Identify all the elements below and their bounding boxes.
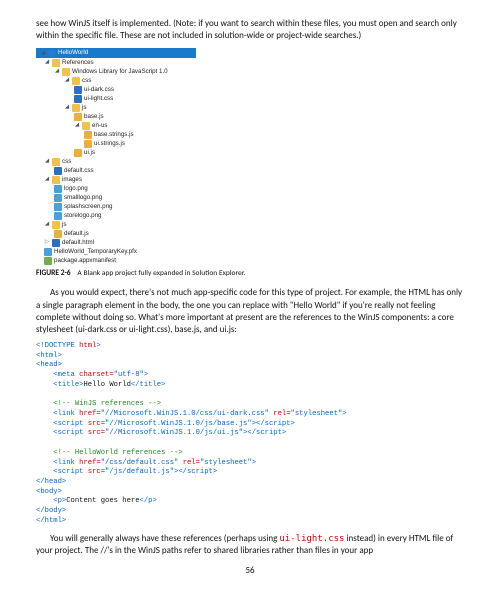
figure-text: A Blank app project fully expanded in So… (77, 269, 245, 278)
tree-row[interactable]: HelloWorld_TemporaryKey.pfx (36, 247, 196, 256)
project-icon (48, 49, 56, 57)
folder-icon (52, 221, 60, 229)
tree-row[interactable]: ◢ js (36, 220, 196, 229)
css-file-icon (54, 167, 62, 175)
image-file-icon (54, 185, 62, 193)
tree-row[interactable]: ◢ en-us (36, 121, 196, 130)
tree-label: package.appxmanifest (54, 257, 116, 265)
css-file-icon (74, 95, 82, 103)
image-file-icon (54, 203, 62, 211)
figure-label: FIGURE 2-6 (36, 269, 71, 278)
tree-label: Windows Library for JavaScript 1.0 (72, 68, 168, 76)
folder-icon (82, 122, 90, 130)
js-file-icon (84, 140, 92, 148)
tree-label: References (62, 59, 94, 67)
folder-icon (72, 77, 80, 85)
tree-row[interactable]: ui.strings.js (36, 139, 196, 148)
tree-row[interactable]: ◢ css (36, 157, 196, 166)
tree-row[interactable]: ▷ default.html (36, 238, 196, 247)
tree-row[interactable]: ◢ js (36, 103, 196, 112)
tree-label: splashscreen.png (64, 203, 113, 211)
tree-label: base.strings.js (94, 131, 134, 139)
tree-label: HelloWorld (58, 49, 88, 57)
tree-row[interactable]: ◢ Windows Library for JavaScript 1.0 (36, 67, 196, 76)
expand-icon[interactable]: ◢ (74, 123, 80, 129)
expand-icon[interactable]: ◢ (44, 222, 50, 228)
css-file-icon (74, 86, 82, 94)
tree-row[interactable]: storelogo.png (36, 211, 196, 220)
folder-icon (52, 59, 60, 67)
tree-label: base.js (84, 113, 104, 121)
js-file-icon (84, 131, 92, 139)
js-file-icon (74, 149, 82, 157)
tree-root[interactable]: ◢ HelloWorld (36, 48, 196, 58)
tree-row[interactable]: ui-dark.css (36, 85, 196, 94)
folder-icon (52, 158, 60, 166)
tree-row[interactable]: ui-light.css (36, 94, 196, 103)
tree-row[interactable]: default.css (36, 166, 196, 175)
expand-icon[interactable]: ◢ (64, 78, 70, 84)
solution-explorer-tree: ◢ HelloWorld ◢ References ◢ Windows Libr… (36, 48, 196, 265)
expand-icon[interactable]: ◢ (54, 69, 60, 75)
tree-label: default.css (64, 167, 94, 175)
tree-label: logo.png (64, 185, 88, 193)
tree-label: default.js (64, 230, 89, 238)
expand-icon[interactable]: ◢ (44, 177, 50, 183)
tree-label: ui.strings.js (94, 140, 125, 148)
tree-label: css (62, 158, 71, 166)
tree-row[interactable]: base.js (36, 112, 196, 121)
intro-paragraph: see how WinJS itself is implemented. (No… (36, 18, 464, 42)
manifest-file-icon (44, 257, 52, 265)
tree-label: ui.js (84, 149, 95, 157)
image-file-icon (54, 212, 62, 220)
cert-file-icon (44, 248, 52, 256)
tree-label: smalllogo.png (64, 194, 102, 202)
folder-icon (62, 68, 70, 76)
js-file-icon (74, 113, 82, 121)
expand-icon[interactable]: ◢ (44, 60, 50, 66)
tree-row[interactable]: splashscreen.png (36, 202, 196, 211)
expand-icon[interactable]: ◢ (64, 105, 70, 111)
tree-label: default.html (62, 239, 94, 247)
tree-label: css (82, 77, 91, 85)
body-paragraph-2: You will generally always have these ref… (36, 533, 464, 557)
tree-row[interactable]: ◢ images (36, 175, 196, 184)
body-paragraph: As you would expect, there's not much ap… (36, 287, 464, 336)
tree-label: ui-light.css (84, 95, 113, 103)
tree-label: js (62, 221, 66, 229)
tree-row[interactable]: base.strings.js (36, 130, 196, 139)
expand-icon[interactable]: ◢ (40, 50, 46, 56)
tree-label: ui-dark.css (84, 86, 114, 94)
tree-label: HelloWorld_TemporaryKey.pfx (54, 248, 137, 256)
collapse-icon[interactable]: ▷ (44, 240, 50, 246)
folder-icon (52, 176, 60, 184)
tree-row[interactable]: ui.js (36, 148, 196, 157)
tree-label: images (62, 176, 82, 184)
tree-row[interactable]: smalllogo.png (36, 193, 196, 202)
html-file-icon (52, 239, 60, 247)
tree-label: storelogo.png (64, 212, 102, 220)
figure-caption: FIGURE 2-6 A Blank app project fully exp… (36, 269, 464, 279)
tree-row[interactable]: ◢ css (36, 76, 196, 85)
code-block: <!DOCTYPE html> <html> <head> <meta char… (36, 342, 464, 527)
tree-row[interactable]: logo.png (36, 184, 196, 193)
inline-code: ui-light.css (279, 534, 344, 544)
tree-row[interactable]: package.appxmanifest (36, 256, 196, 265)
image-file-icon (54, 194, 62, 202)
tree-label: js (82, 104, 86, 112)
tree-label: en-us (92, 122, 107, 130)
tree-row[interactable]: ◢ References (36, 58, 196, 67)
expand-icon[interactable]: ◢ (44, 159, 50, 165)
page-number: 56 (36, 565, 464, 577)
js-file-icon (54, 230, 62, 238)
tree-row[interactable]: default.js (36, 229, 196, 238)
folder-icon (72, 104, 80, 112)
